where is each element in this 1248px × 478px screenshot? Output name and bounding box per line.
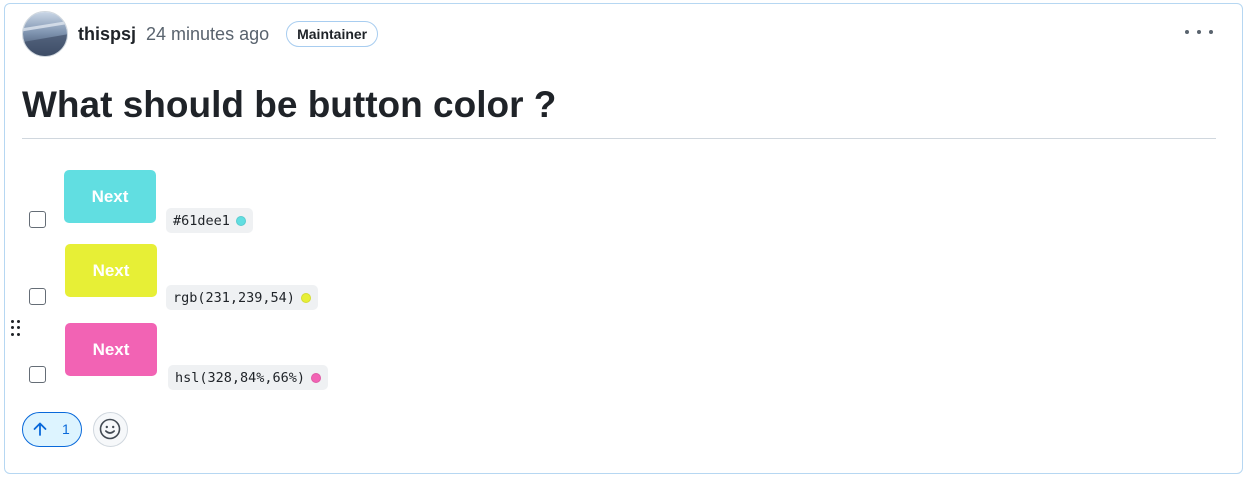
- author-name[interactable]: thispsj: [78, 24, 136, 45]
- upvote-count: 1: [62, 421, 70, 437]
- post-header: thispsj 24 minutes ago Maintainer: [22, 11, 379, 57]
- preview-button-pink: Next: [65, 323, 157, 376]
- preview-button-label: Next: [92, 260, 130, 280]
- upvote-button[interactable]: 1: [22, 411, 82, 447]
- color-code-chip: hsl(328,84%,66%): [168, 365, 329, 390]
- title-divider: [22, 138, 1216, 139]
- avatar[interactable]: [22, 11, 68, 57]
- kebab-horizontal-icon: [1185, 30, 1189, 34]
- preview-button-label: Next: [92, 339, 130, 359]
- preview-button-label: Next: [91, 186, 129, 206]
- color-code: #61dee1: [173, 212, 230, 229]
- color-code-chip: #61dee1: [166, 208, 253, 233]
- grabber-icon[interactable]: [9, 320, 21, 336]
- color-swatch-dot: [235, 215, 246, 226]
- color-code: hsl(328,84%,66%): [175, 369, 306, 386]
- arrow-up-icon: [33, 422, 47, 436]
- reactions-bar: 1: [22, 411, 128, 447]
- task-checkbox[interactable]: [29, 211, 46, 228]
- add-reaction-button[interactable]: [92, 411, 128, 447]
- task-checkbox[interactable]: [29, 366, 46, 383]
- smiley-icon: [99, 418, 121, 440]
- preview-button-yellow: Next: [65, 244, 157, 297]
- post-title: What should be button color ?: [22, 84, 557, 125]
- color-swatch-dot: [300, 292, 311, 303]
- color-swatch-dot: [311, 372, 322, 383]
- color-code: rgb(231,239,54): [173, 289, 295, 306]
- task-checkbox[interactable]: [29, 288, 46, 305]
- color-code-chip: rgb(231,239,54): [166, 285, 318, 310]
- post-time[interactable]: 24 minutes ago: [146, 24, 269, 45]
- discussion-card: [4, 3, 1243, 474]
- more-options-button[interactable]: [1185, 24, 1213, 40]
- role-badge: Maintainer: [286, 21, 379, 47]
- preview-button-cyan: Next: [64, 170, 156, 223]
